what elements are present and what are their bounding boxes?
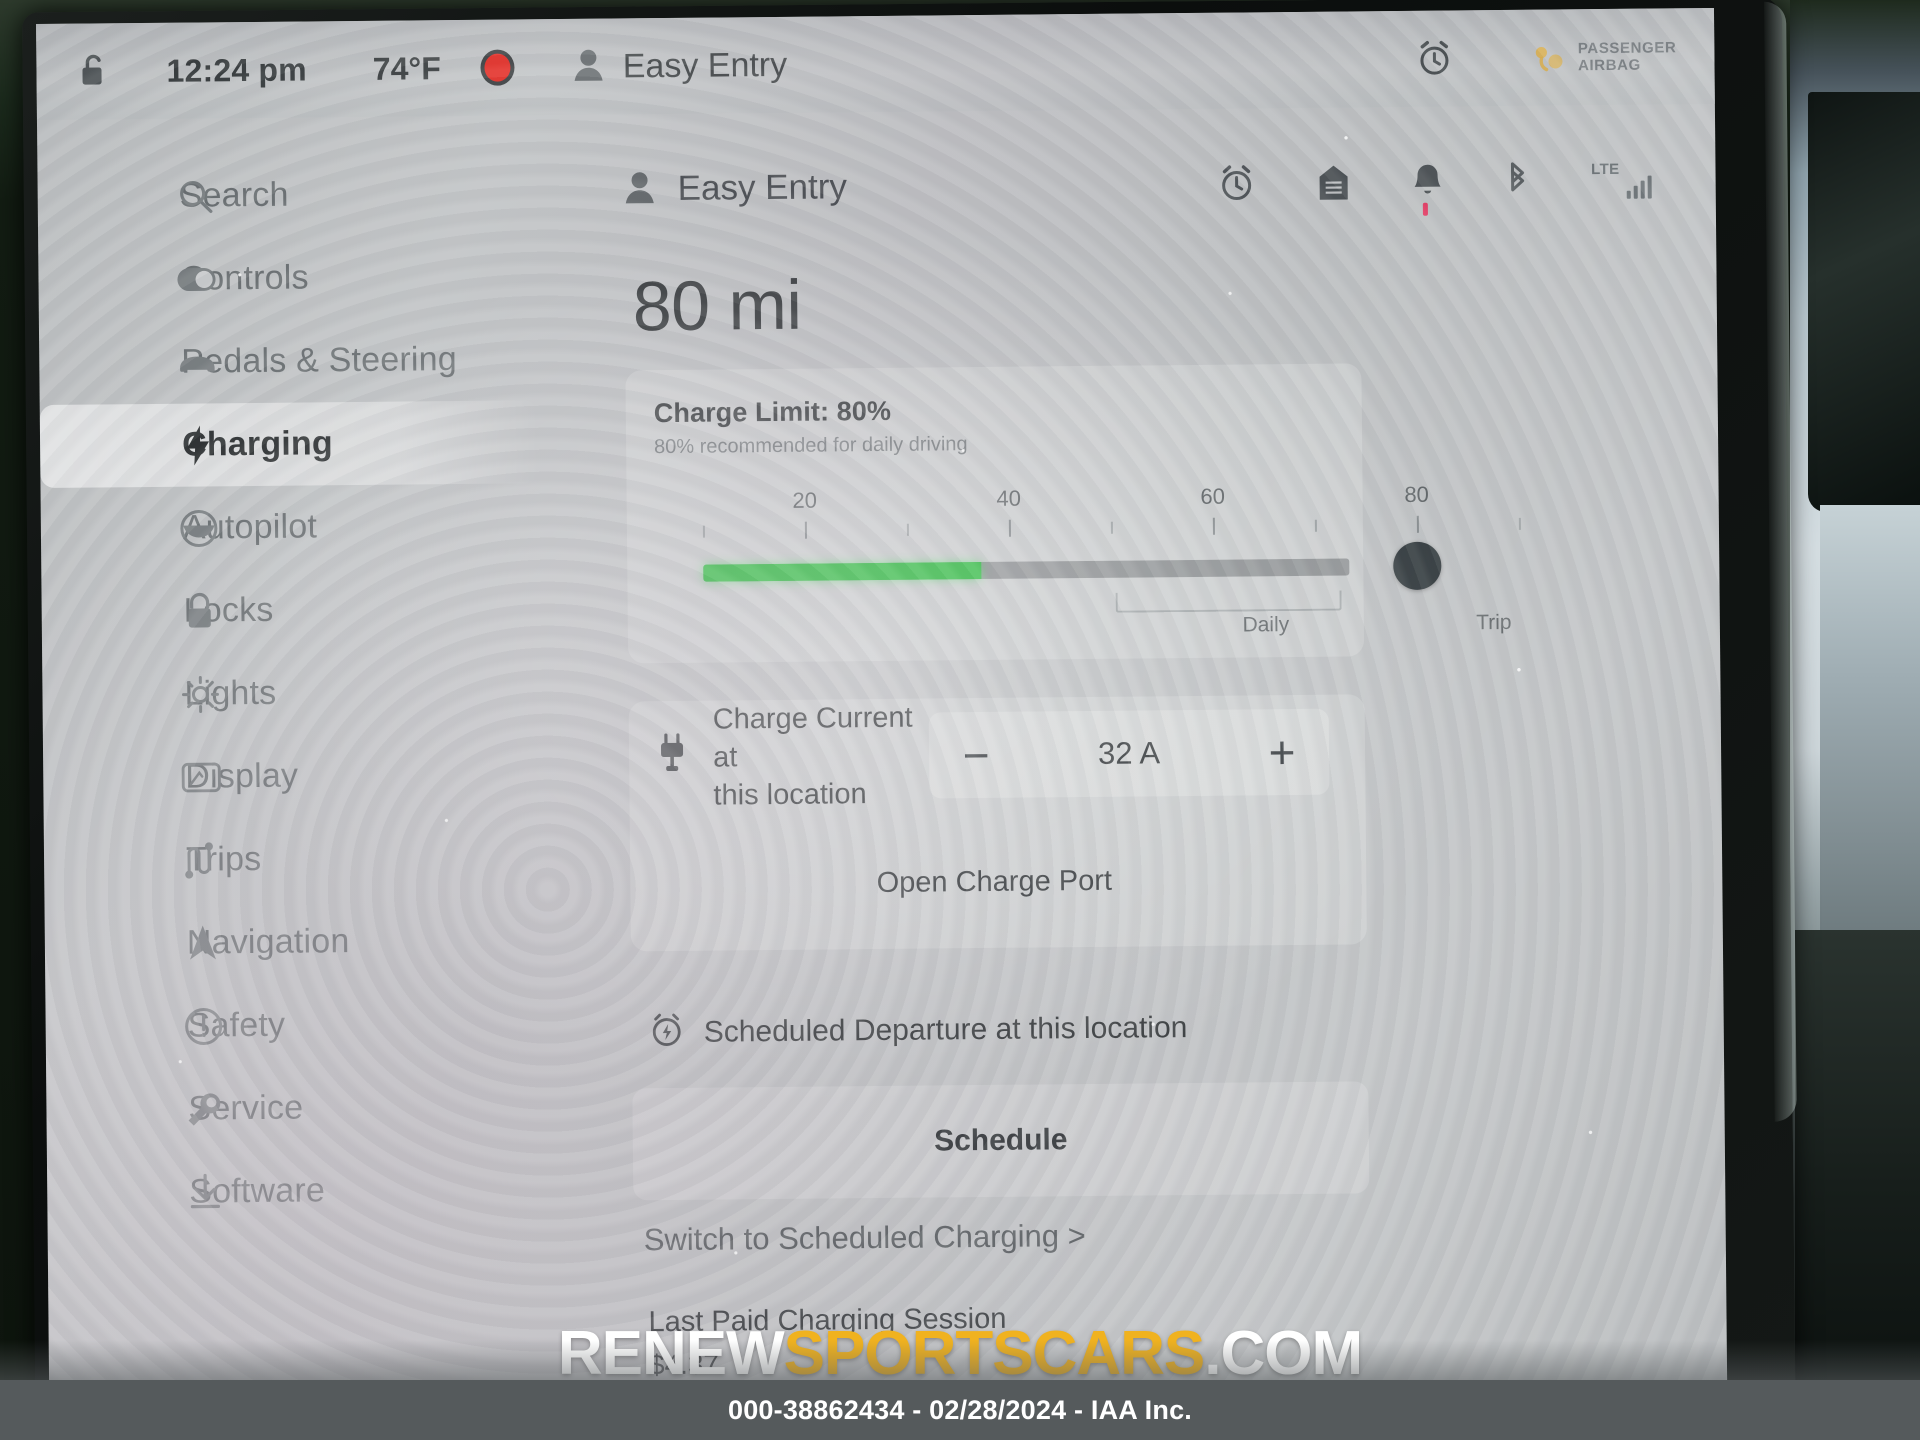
- sidebar-item-navigation[interactable]: Navigation: [44, 898, 605, 986]
- panel-status-icons: LTE: [1217, 158, 1660, 216]
- light-bulb-icon: [180, 674, 220, 714]
- daily-trip-bracket: [1115, 590, 1342, 613]
- sidebar-item-trips[interactable]: Trips: [44, 815, 605, 903]
- airbag-label-line1: PASSENGER: [1577, 39, 1677, 58]
- panel-profile-name: Easy Entry: [677, 167, 848, 208]
- person-icon: [623, 170, 655, 209]
- garage-door-icon[interactable]: [1315, 162, 1351, 202]
- switch-to-scheduled-charging-link[interactable]: Switch to Scheduled Charging >: [644, 1212, 1670, 1258]
- background-window: [1820, 505, 1920, 930]
- profile-name: Easy Entry: [622, 45, 788, 85]
- passenger-airbag-indicator: PASSENGER AIRBAG: [1528, 34, 1677, 80]
- charge-limit-subtitle: 80% recommended for daily driving: [654, 433, 968, 459]
- lte-signal-icon[interactable]: LTE: [1591, 161, 1652, 200]
- slider-ticks: 20 40 60 80: [655, 482, 1521, 541]
- slider-track[interactable]: [703, 558, 1350, 582]
- decrement-amps-button[interactable]: −: [933, 718, 1020, 793]
- airbag-warning-icon: [1528, 35, 1568, 80]
- status-bar-spacer: [787, 59, 1416, 65]
- driver-profile-button[interactable]: Easy Entry: [573, 45, 788, 86]
- scheduled-departure-row[interactable]: Scheduled Departure at this location: [648, 1001, 1668, 1054]
- airbag-label: PASSENGER AIRBAG: [1578, 39, 1677, 74]
- open-charge-port-button[interactable]: Open Charge Port: [658, 843, 1331, 921]
- slider-tick-label: 60: [1200, 483, 1225, 509]
- network-type-label: LTE: [1591, 160, 1620, 179]
- slider-handle[interactable]: [1393, 541, 1442, 591]
- bluetooth-icon[interactable]: [1503, 160, 1531, 202]
- slider-tick-label: 80: [1404, 481, 1429, 507]
- schedule-button[interactable]: Schedule: [632, 1081, 1370, 1201]
- bracket-label-daily: Daily: [1242, 613, 1290, 637]
- amps-value: 32 A: [1097, 735, 1161, 771]
- lightning-icon: [178, 424, 218, 466]
- slider-tick-label: 20: [792, 487, 818, 513]
- sidebar-item-display[interactable]: Display: [43, 732, 604, 820]
- notification-dot-icon: [1422, 202, 1428, 216]
- exclamation-circle-icon: [183, 1006, 223, 1046]
- range-readout: 80 mi: [632, 265, 802, 346]
- panel-profile-button[interactable]: Easy Entry: [623, 167, 847, 209]
- settings-sidebar: Search Controls Pedals & Steering Chargi…: [37, 115, 610, 1428]
- bell-notification-icon[interactable]: [1411, 162, 1443, 216]
- download-icon: [185, 1172, 225, 1212]
- airbag-label-line2: AIRBAG: [1577, 56, 1641, 75]
- charge-current-stepper: − 32 A +: [928, 708, 1330, 799]
- charge-current-card: Charge Current at this location − 32 A +…: [628, 694, 1367, 952]
- charge-current-label-group: Charge Current at this location: [657, 699, 930, 816]
- charging-panel: Easy Entry LTE 80 mi Charge Limit: 80% 8…: [597, 104, 1728, 1423]
- sidebar-item-controls[interactable]: Controls: [38, 234, 599, 322]
- scheduled-departure-icon: [648, 1011, 686, 1054]
- alarm-clock-icon[interactable]: [1217, 163, 1255, 203]
- toggle-icon: [176, 266, 216, 292]
- sidebar-item-charging[interactable]: Charging: [39, 400, 539, 489]
- sidebar-item-safety[interactable]: Safety: [45, 981, 606, 1069]
- wrench-icon: [184, 1089, 224, 1129]
- lock-status-icon[interactable]: [78, 52, 108, 90]
- sidebar-item-service[interactable]: Service: [46, 1064, 607, 1152]
- charge-limit-title: Charge Limit: 80%: [653, 395, 892, 429]
- navigation-arrow-icon: [183, 923, 223, 963]
- increment-amps-button[interactable]: +: [1239, 715, 1326, 790]
- sidebar-item-software[interactable]: Software: [47, 1147, 608, 1235]
- sidebar-item-lights[interactable]: Lights: [42, 649, 603, 737]
- slider-fill: [703, 562, 982, 582]
- signal-bars-icon: [1626, 175, 1652, 199]
- stock-footer: 000-38862434 - 02/28/2024 - IAA Inc.: [0, 1380, 1920, 1440]
- touchscreen: 12:24 pm 74°F Easy Entry PASSENGER AIRBA…: [36, 7, 1728, 1428]
- alarm-clock-icon[interactable]: [1416, 39, 1452, 77]
- charge-current-label: Charge Current at this location: [713, 699, 930, 815]
- scheduled-departure-label: Scheduled Departure at this location: [703, 1010, 1188, 1049]
- search-icon: [176, 177, 216, 215]
- car-icon: [177, 349, 217, 375]
- slider-tick-label: 40: [996, 485, 1021, 511]
- charge-current-label-line2: this location: [713, 778, 867, 812]
- steering-wheel-icon: [179, 508, 219, 548]
- charge-plug-icon: [657, 732, 687, 783]
- bracket-label-trip: Trip: [1476, 610, 1512, 635]
- background-car-hood: [1808, 92, 1920, 512]
- charge-current-row: Charge Current at this location − 32 A +: [657, 695, 1330, 815]
- last-paid-session-label: Last Paid Charging Session: [648, 1302, 1007, 1339]
- sidebar-item-locks[interactable]: Locks: [41, 566, 602, 654]
- sidebar-item-pedals-steering[interactable]: Pedals & Steering: [39, 317, 600, 405]
- screenshot-root: 12:24 pm 74°F Easy Entry PASSENGER AIRBA…: [0, 0, 1920, 1440]
- lock-icon: [179, 591, 219, 631]
- outside-temperature[interactable]: 74°F: [373, 50, 441, 88]
- footer-gradient: [0, 1340, 1920, 1380]
- sidebar-item-label: Pedals & Steering: [181, 340, 458, 381]
- person-icon: [573, 47, 605, 86]
- sidebar-item-search[interactable]: Search: [37, 151, 598, 239]
- charge-current-label-line1: Charge Current at: [712, 701, 913, 774]
- clock-time[interactable]: 12:24 pm: [166, 51, 307, 89]
- panel-header: Easy Entry LTE: [623, 148, 1660, 220]
- display-icon: [181, 760, 221, 794]
- status-bar: 12:24 pm 74°F Easy Entry PASSENGER AIRBA…: [36, 7, 1715, 121]
- charge-limit-slider[interactable]: 20 40 60 80 Daily Trip: [654, 471, 1521, 636]
- charge-limit-card: Charge Limit: 80% 80% recommended for da…: [625, 363, 1521, 664]
- trips-route-icon: [182, 841, 222, 879]
- record-dot-icon[interactable]: [480, 49, 515, 86]
- sidebar-item-autopilot[interactable]: Autopilot: [40, 483, 601, 571]
